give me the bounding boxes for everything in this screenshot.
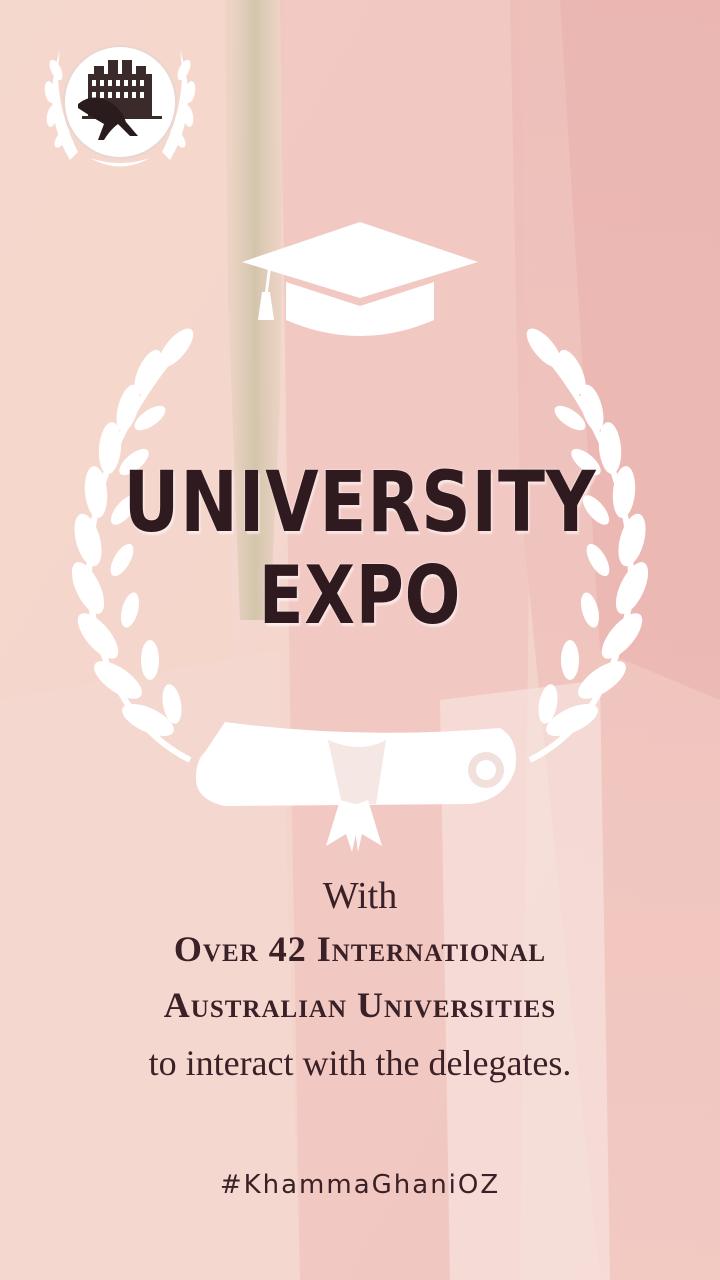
highlight-line-1: Over 42 International (173, 929, 547, 969)
emblem-logo-icon (44, 45, 196, 167)
intro-text: With (322, 875, 398, 917)
closing-text: to interact with the delegates. (148, 1043, 572, 1083)
graduation-cap-icon (242, 222, 478, 336)
hashtag: #KhammaGhaniOZ (219, 1170, 501, 1200)
title-line-2: EXPO (258, 549, 462, 642)
highlight-line-2: Australian Universities (163, 985, 557, 1025)
diploma-scroll-icon (196, 722, 516, 852)
title-line-1: UNIVERSITY (123, 453, 597, 551)
